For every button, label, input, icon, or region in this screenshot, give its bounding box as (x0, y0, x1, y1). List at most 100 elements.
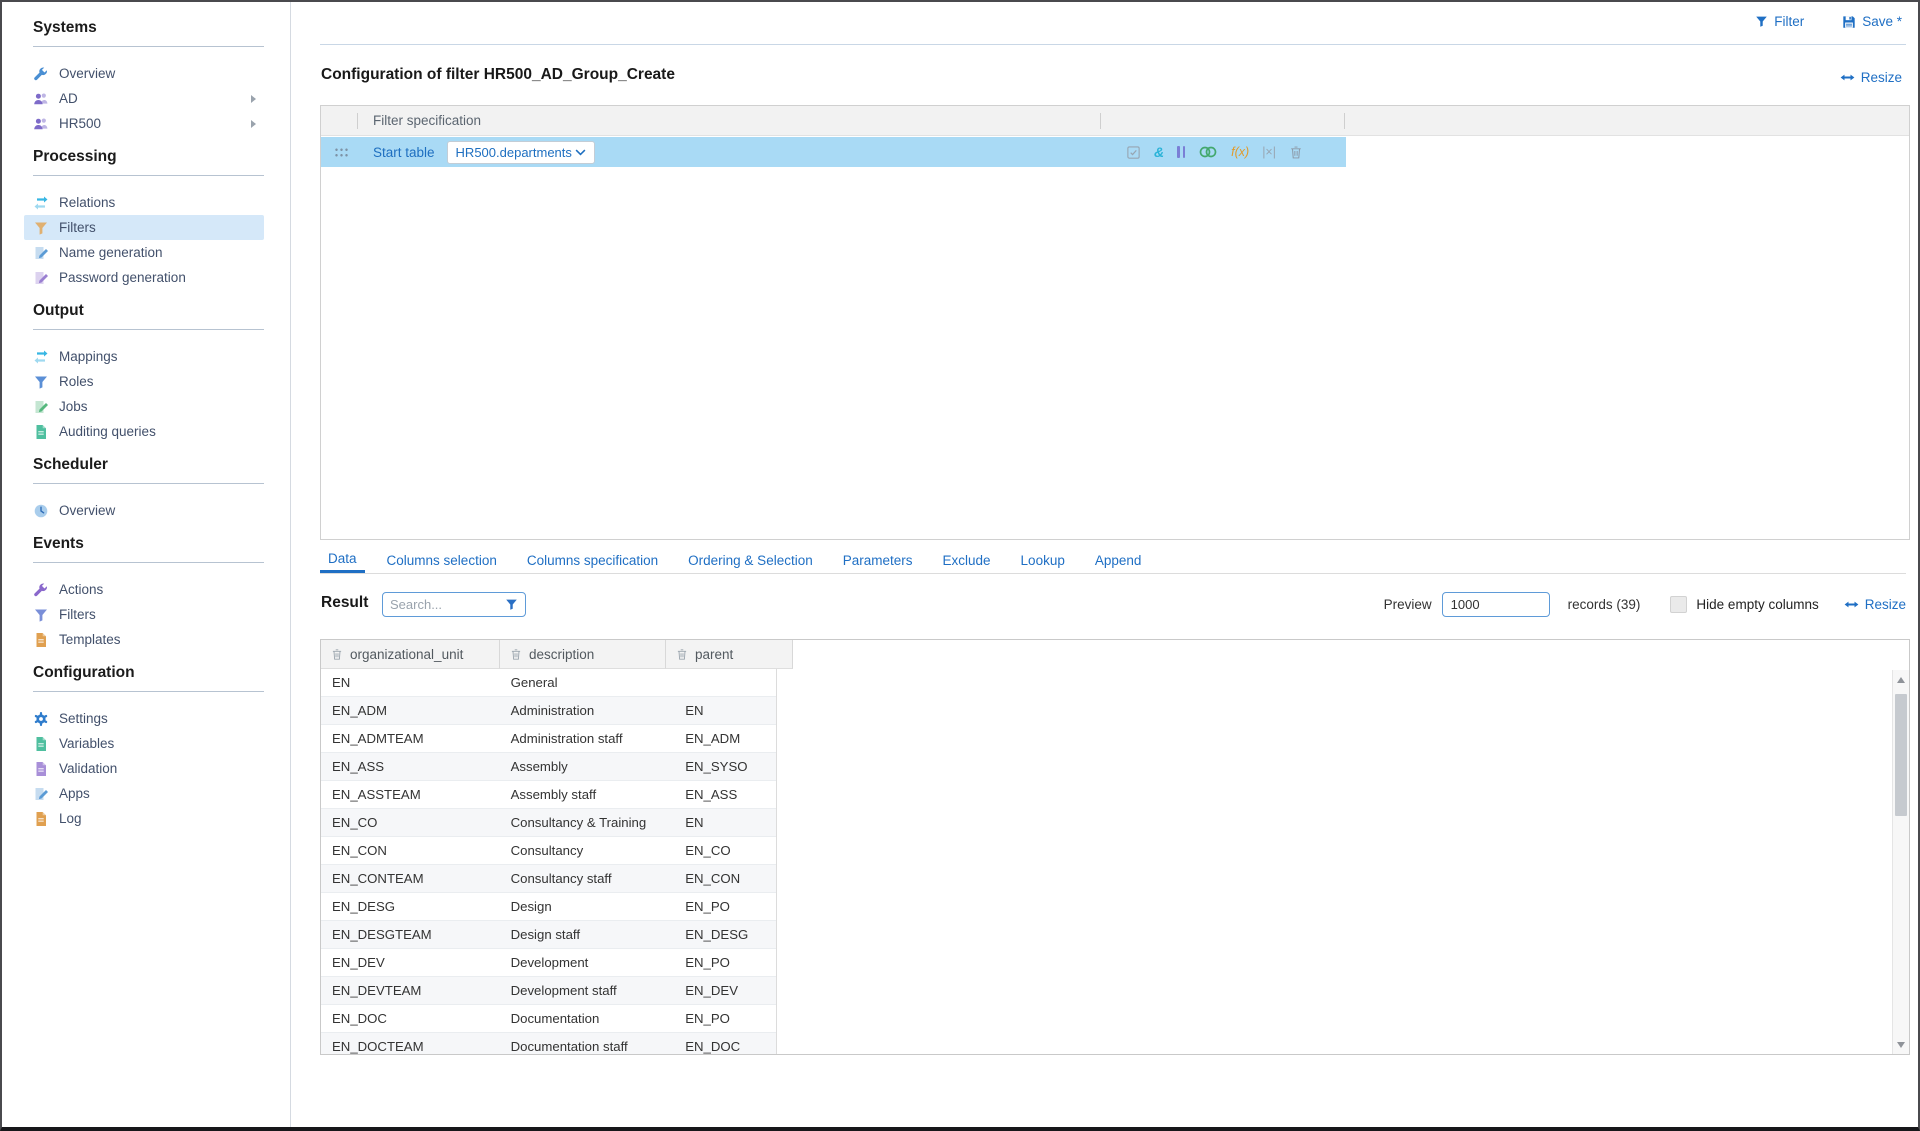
sidebar-item-apps[interactable]: Apps (24, 781, 264, 806)
scrollbar-thumb[interactable] (1895, 694, 1907, 816)
sidebar-item-label: Password generation (59, 270, 186, 285)
document-icon (33, 424, 49, 440)
header-divider (357, 113, 358, 129)
save-button[interactable]: Save * (1842, 14, 1902, 29)
drag-handle-icon[interactable] (334, 147, 349, 158)
search-funnel-icon[interactable] (505, 598, 518, 611)
sidebar-section-events: Events Actions Filters Templates (33, 534, 290, 652)
section-title: Configuration (33, 663, 290, 683)
sidebar-item-auditing-queries[interactable]: Auditing queries (24, 419, 264, 444)
tab-data[interactable]: Data (320, 547, 365, 573)
tab-bar: Data Columns selection Columns specifica… (320, 547, 1906, 574)
sidebar-item-label: Auditing queries (59, 424, 156, 439)
table-row[interactable]: EN_ADMTEAMAdministration staffEN_ADM (321, 725, 776, 753)
tab-exclude[interactable]: Exclude (935, 547, 999, 573)
delete-column-icon[interactable] (331, 648, 343, 661)
sidebar-item-events-filters[interactable]: Filters (24, 602, 264, 627)
link-icon[interactable] (1198, 143, 1218, 161)
table-row[interactable]: EN_CONConsultancyEN_CO (321, 837, 776, 865)
table-row[interactable]: EN_COConsultancy & TrainingEN (321, 809, 776, 837)
resize-panel-button[interactable]: Resize (1840, 70, 1902, 85)
sidebar-item-templates[interactable]: Templates (24, 627, 264, 652)
sidebar-item-label: Filters (59, 220, 96, 235)
header-divider (1100, 113, 1101, 129)
tab-parameters[interactable]: Parameters (835, 547, 921, 573)
table-row[interactable]: EN_ASSTEAMAssembly staffEN_ASS (321, 781, 776, 809)
header-divider (1344, 113, 1345, 129)
sidebar-section-output: Output Mappings Roles Jobs Auditing quer… (33, 301, 290, 444)
sidebar-item-label: Relations (59, 195, 115, 210)
delete-column-icon[interactable] (676, 648, 688, 661)
exclude-icon[interactable]: |×| (1262, 143, 1276, 161)
hide-empty-columns-checkbox[interactable] (1670, 596, 1687, 613)
table-row[interactable]: EN_ASSAssemblyEN_SYSO (321, 753, 776, 781)
sidebar-item-filters[interactable]: Filters (24, 215, 264, 240)
start-table-row[interactable]: Start table HR500.departments & f(x) |×| (321, 137, 1346, 167)
sidebar-item-password-generation[interactable]: Password generation (24, 265, 264, 290)
sidebar-item-label: Jobs (59, 399, 88, 414)
records-count: records (39) (1568, 597, 1641, 612)
sidebar-item-variables[interactable]: Variables (24, 731, 264, 756)
table-cell: EN_DOC (674, 1033, 776, 1055)
resize-icon (1844, 599, 1859, 610)
app-window: Systems Overview AD HR500 Processing (0, 0, 1920, 1131)
sidebar-item-relations[interactable]: Relations (24, 190, 264, 215)
search-input[interactable] (390, 597, 505, 612)
sidebar-item-settings[interactable]: Settings (24, 706, 264, 731)
table-row[interactable]: EN_DESGDesignEN_PO (321, 893, 776, 921)
table-row[interactable]: EN_DEVDevelopmentEN_PO (321, 949, 776, 977)
vertical-scrollbar[interactable] (1892, 670, 1909, 1055)
column-header-organizational-unit[interactable]: organizational_unit (321, 640, 500, 669)
tab-append[interactable]: Append (1087, 547, 1150, 573)
sidebar-item-log[interactable]: Log (24, 806, 264, 831)
column-header-description[interactable]: description (500, 640, 666, 669)
sidebar-item-overview[interactable]: Overview (24, 61, 264, 86)
sidebar-item-validation[interactable]: Validation (24, 756, 264, 781)
table-cell: Administration (500, 697, 675, 724)
sidebar-item-name-generation[interactable]: Name generation (24, 240, 264, 265)
sidebar-item-roles[interactable]: Roles (24, 369, 264, 394)
table-row[interactable]: EN_CONTEAMConsultancy staffEN_CON (321, 865, 776, 893)
tab-lookup[interactable]: Lookup (1013, 547, 1073, 573)
sidebar-item-hr500[interactable]: HR500 (24, 111, 264, 136)
tab-columns-specification[interactable]: Columns specification (519, 547, 666, 573)
tab-ordering-selection[interactable]: Ordering & Selection (680, 547, 821, 573)
table-row[interactable]: EN_DESGTEAMDesign staffEN_DESG (321, 921, 776, 949)
tab-columns-selection[interactable]: Columns selection (379, 547, 505, 573)
sidebar: Systems Overview AD HR500 Processing (2, 2, 291, 1127)
sidebar-item-ad[interactable]: AD (24, 86, 264, 111)
column-header-parent[interactable]: parent (666, 640, 793, 669)
sidebar-item-actions[interactable]: Actions (24, 577, 264, 602)
preview-count-input[interactable] (1442, 592, 1550, 617)
and-operator-icon[interactable]: & (1154, 143, 1164, 161)
scroll-up-icon[interactable] (1897, 677, 1905, 683)
trash-icon[interactable] (1289, 143, 1303, 161)
sidebar-item-scheduler-overview[interactable]: Overview (24, 498, 264, 523)
sidebar-item-mappings[interactable]: Mappings (24, 344, 264, 369)
or-operator-icon[interactable] (1177, 143, 1185, 161)
sidebar-item-label: Log (59, 811, 82, 826)
scroll-down-icon[interactable] (1897, 1042, 1905, 1048)
table-body: ENGeneral EN_ADMAdministrationEN EN_ADMT… (321, 669, 777, 1055)
resize-result-button[interactable]: Resize (1844, 597, 1906, 612)
table-row[interactable]: EN_DOCTEAMDocumentation staffEN_DOC (321, 1033, 776, 1055)
table-row[interactable]: EN_ADMAdministrationEN (321, 697, 776, 725)
condition-checkbox-icon[interactable] (1126, 143, 1141, 161)
filter-button-label: Filter (1774, 14, 1804, 29)
table-row[interactable]: ENGeneral (321, 669, 776, 697)
table-cell: EN_DESG (674, 921, 776, 948)
doc-edit-icon (33, 270, 49, 286)
sidebar-item-jobs[interactable]: Jobs (24, 394, 264, 419)
table-cell: EN_CON (321, 837, 500, 864)
function-icon[interactable]: f(x) (1231, 143, 1249, 161)
start-table-select[interactable]: HR500.departments (447, 141, 595, 164)
table-cell: Assembly (500, 753, 675, 780)
filter-specification-header: Filter specification (321, 106, 1909, 136)
result-table: organizational_unit description parent E… (320, 639, 1910, 1055)
table-cell: EN_PO (674, 893, 776, 920)
table-row[interactable]: EN_DOCDocumentationEN_PO (321, 1005, 776, 1033)
filter-button[interactable]: Filter (1755, 14, 1804, 29)
resize-button-label: Resize (1865, 597, 1906, 612)
table-row[interactable]: EN_DEVTEAMDevelopment staffEN_DEV (321, 977, 776, 1005)
delete-column-icon[interactable] (510, 648, 522, 661)
